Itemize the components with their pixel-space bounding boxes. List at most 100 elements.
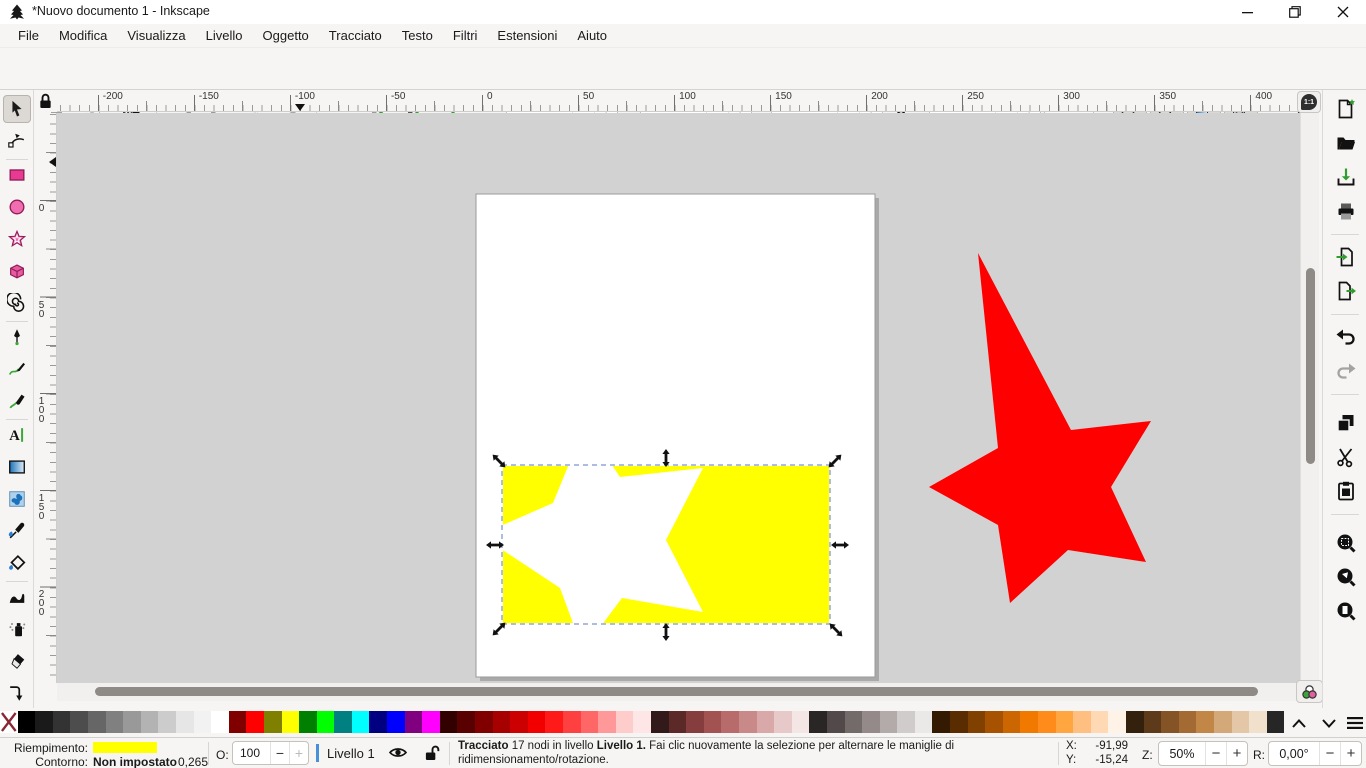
swatch-cc0000[interactable] [510,711,528,733]
open-document-button[interactable] [1331,128,1361,158]
swatch-ff8c1a[interactable] [1038,711,1056,733]
swatch-e8c9c9[interactable] [774,711,792,733]
swatch-999999[interactable] [123,711,141,733]
vertical-ruler[interactable]: 050100150200250 [34,113,57,683]
swatch-948a8a[interactable] [862,711,880,733]
swatch-5c3a1a[interactable] [1144,711,1162,733]
swatch-c98989[interactable] [739,711,757,733]
menu-file[interactable]: File [8,26,49,45]
restore-button[interactable] [1272,0,1318,24]
swatch-a65200[interactable] [985,711,1003,733]
duplicate-button[interactable] [1331,408,1361,438]
minimize-button[interactable] [1224,0,1270,24]
swatch-ffd9b3[interactable] [1091,711,1109,733]
swatch-736a6a[interactable] [845,711,863,733]
opacity-value[interactable]: 100 [233,742,270,764]
swatch-ff1a1a[interactable] [545,711,563,733]
menu-estensioni[interactable]: Estensioni [487,26,567,45]
red-star-shape[interactable] [929,253,1151,603]
paint-bucket-tool[interactable] [3,549,31,577]
horizontal-scrollbar[interactable] [57,683,1300,701]
swatch-e6e6e6[interactable] [176,711,194,733]
menu-tracciato[interactable]: Tracciato [319,26,392,45]
swatch-ff0000[interactable] [246,711,264,733]
swatch-f20000[interactable] [528,711,546,733]
swatch-000080[interactable] [369,711,387,733]
swatch-855426[interactable] [1161,711,1179,733]
palette-scroll-up-icon[interactable] [1286,712,1312,734]
save-document-button[interactable] [1331,162,1361,192]
increment-icon[interactable]: + [1340,742,1361,765]
swatch-331a00[interactable] [932,711,950,733]
swatch-262626[interactable] [1267,711,1285,733]
increment-icon[interactable]: + [1226,742,1247,765]
swatch-d1cccc[interactable] [897,711,915,733]
box3d-tool[interactable] [3,257,31,285]
swatch-800000[interactable] [229,711,247,733]
swatch-808080[interactable] [106,711,124,733]
spiral-tool[interactable] [3,289,31,317]
menu-oggetto[interactable]: Oggetto [253,26,319,45]
swatch-ffe6e6[interactable] [633,711,651,733]
swatch-33200d[interactable] [1126,711,1144,733]
mesh-gradient-tool[interactable] [3,485,31,513]
swatch-f0e0cc[interactable] [1249,711,1267,733]
swatch-ffbf80[interactable] [1073,711,1091,733]
swatch-none[interactable] [0,711,18,733]
print-button[interactable] [1331,196,1361,226]
tweak-tool[interactable] [3,583,31,611]
swatch-590000[interactable] [457,711,475,733]
layer-selector[interactable]: Livello 1 [327,746,375,761]
swatch-2b2626[interactable] [809,711,827,733]
redo-button[interactable] [1331,356,1361,386]
swatch-e3c7a6[interactable] [1232,711,1250,733]
dropper-tool[interactable] [3,517,31,545]
gradient-tool[interactable] [3,453,31,481]
new-document-button[interactable] [1331,94,1361,124]
swatch-00ffff[interactable] [352,711,370,733]
decrement-icon[interactable]: − [1205,742,1226,765]
import-button[interactable] [1331,242,1361,272]
decrement-icon[interactable]: − [1319,742,1340,765]
cut-button[interactable] [1331,442,1361,472]
swatch-ffcccc[interactable] [616,711,634,733]
node-editor-tool[interactable] [3,127,31,155]
swatch-666666[interactable] [88,711,106,733]
pencil-tool[interactable] [3,355,31,383]
paste-button[interactable] [1331,476,1361,506]
swatch-333333[interactable] [53,711,71,733]
swatch-ffa640[interactable] [1056,711,1074,733]
horizontal-ruler[interactable]: -200-150-100-50050100150200250300350400 [57,90,1300,112]
zoom-page-button[interactable] [1331,596,1361,626]
swatch-800000[interactable] [475,711,493,733]
rectangle-tool[interactable] [3,161,31,189]
swatch-a36b33[interactable] [1179,711,1197,733]
swatch-853d3d[interactable] [686,711,704,733]
zoom-drawing-button[interactable] [1331,562,1361,592]
swatch-ff4040[interactable] [563,711,581,733]
zoom-value[interactable]: 50% [1159,742,1205,765]
swatch-808000[interactable] [264,711,282,733]
decrement-icon[interactable]: − [270,742,289,764]
opacity-spinbox[interactable]: 100 − + [232,741,309,765]
rotation-spinbox[interactable]: 0,00° − + [1268,741,1362,766]
swatch-fff2e6[interactable] [1108,711,1126,733]
menu-aiuto[interactable]: Aiuto [567,26,617,45]
selector-tool[interactable] [3,95,31,123]
palette-menu-icon[interactable] [1342,712,1366,734]
swatch-4d4d4d[interactable] [70,711,88,733]
swatch-592d00[interactable] [950,711,968,733]
swatch-ff00ff[interactable] [422,711,440,733]
star-tool[interactable] [3,225,31,253]
layer-visibility-eye-icon[interactable] [388,745,408,760]
menu-livello[interactable]: Livello [196,26,253,45]
stroke-width-value[interactable]: 0,265 [178,755,208,768]
fill-color-indicator[interactable] [93,742,157,753]
connector-tool[interactable] [3,679,31,707]
swatch-d4a979[interactable] [1214,711,1232,733]
swatch-330000[interactable] [440,711,458,733]
menu-modifica[interactable]: Modifica [49,26,117,45]
swatch-cccccc[interactable] [158,711,176,733]
export-button[interactable] [1331,276,1361,306]
swatch-0000ff[interactable] [387,711,405,733]
